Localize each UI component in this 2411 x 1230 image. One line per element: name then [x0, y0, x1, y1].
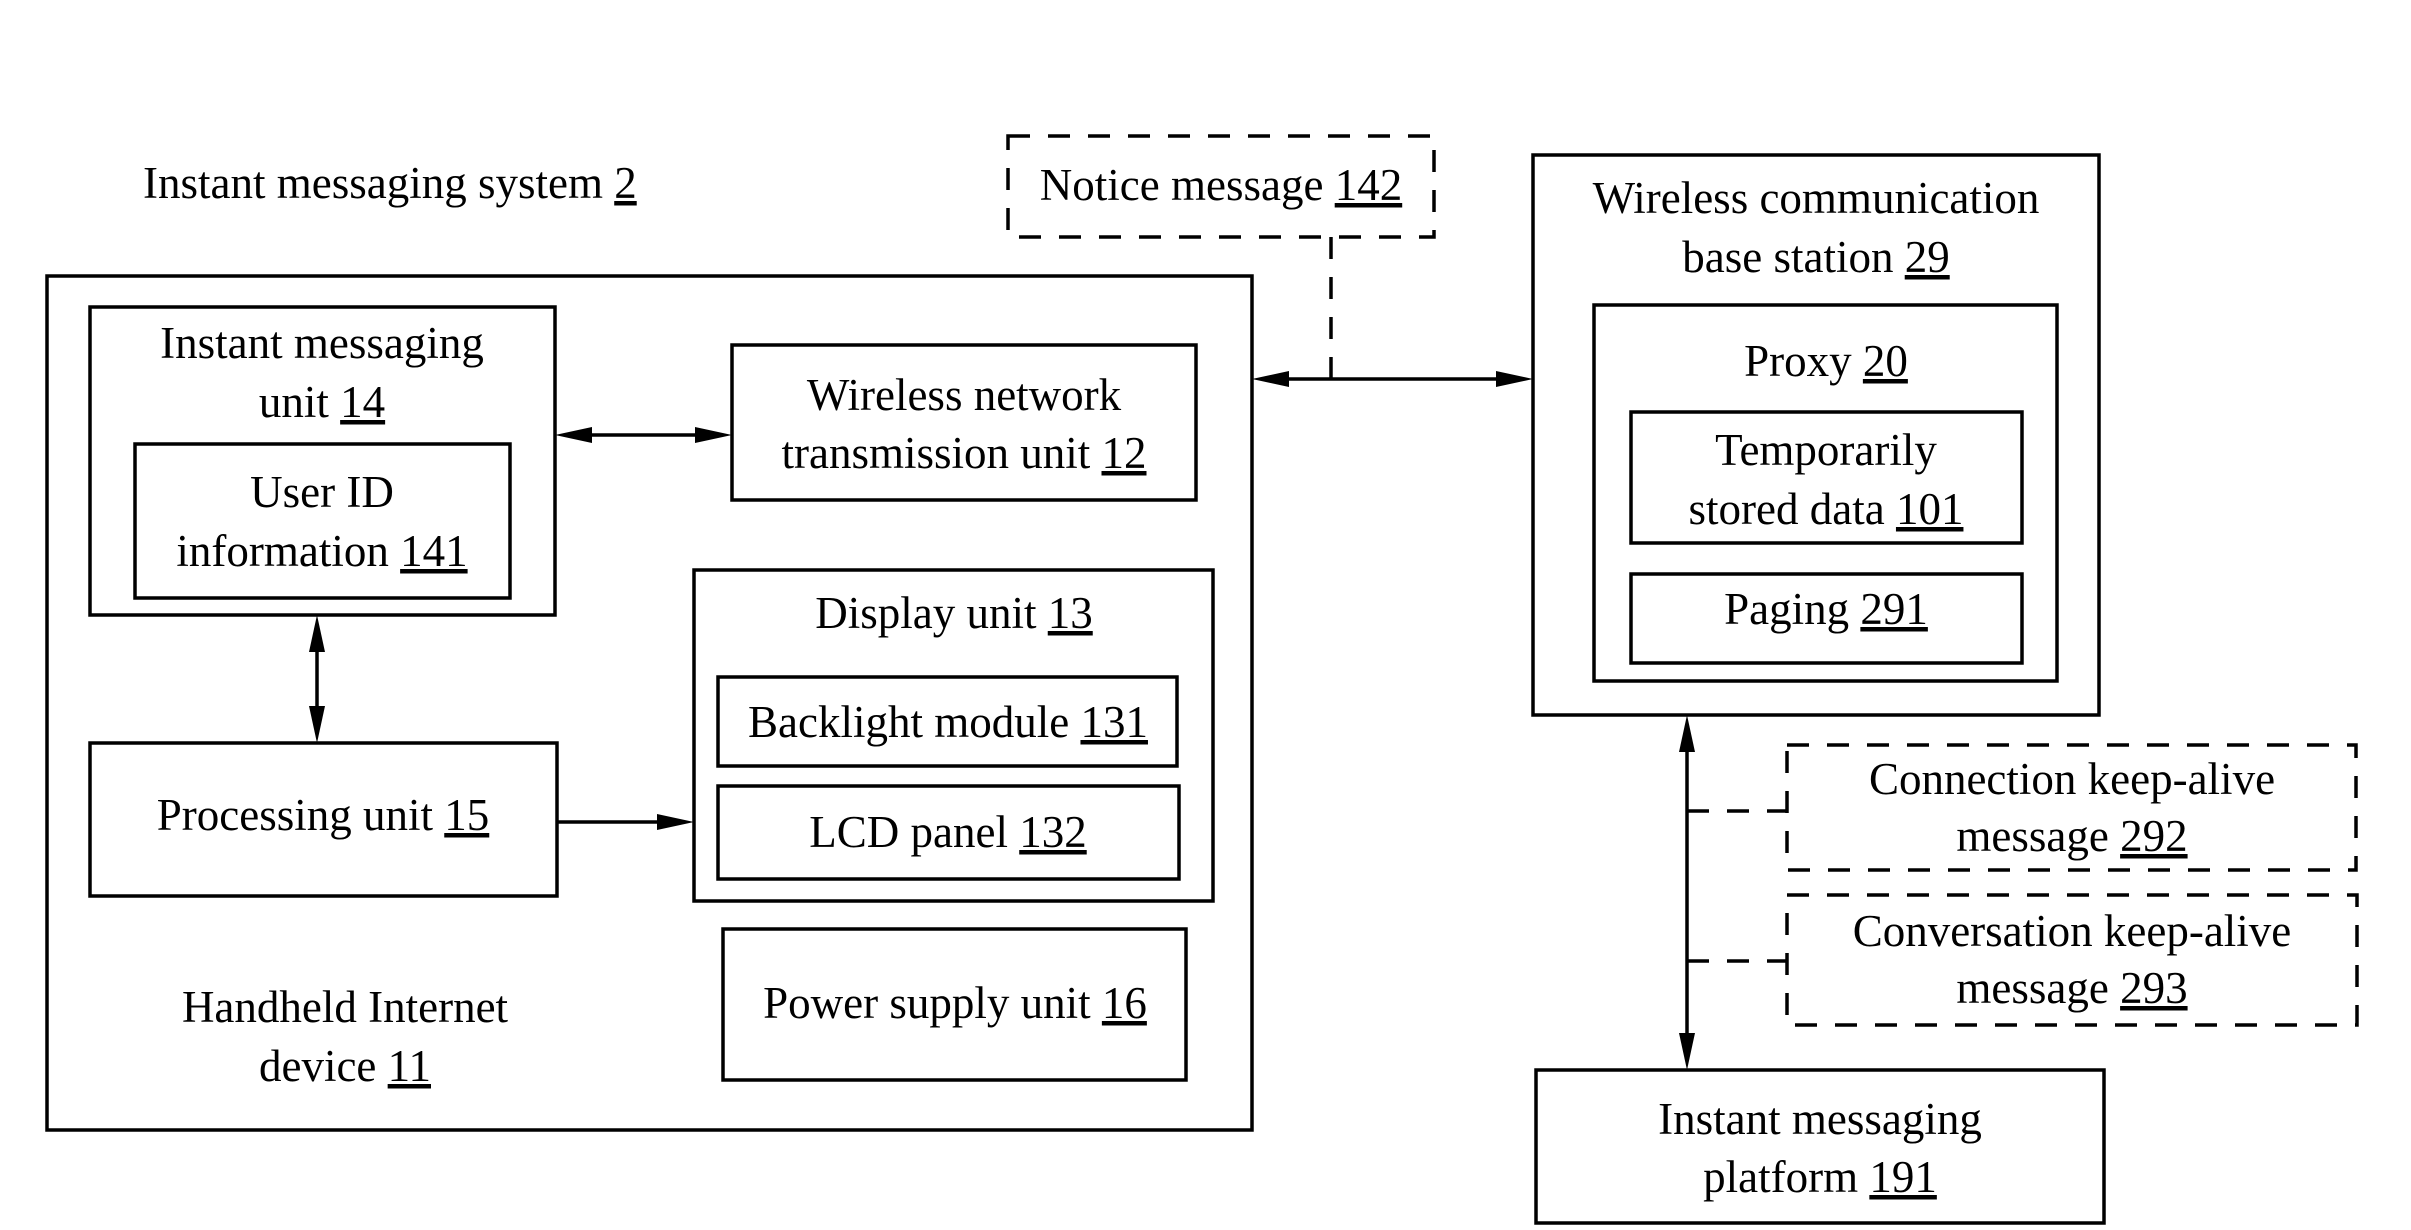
- temp-stored-data-label-line1: Temporarily: [1715, 425, 1937, 475]
- paging-label: Paging 291: [1724, 584, 1928, 634]
- processing-unit-box: Processing unit 15: [88, 741, 559, 898]
- connection-keepalive-box: Connection keep-alive message 292: [1785, 743, 2358, 872]
- connection-keepalive-label-line1: Connection keep-alive: [1869, 754, 2275, 804]
- arrowhead-down-icon: [1679, 1033, 1695, 1070]
- conversation-keepalive-label-line1: Conversation keep-alive: [1853, 906, 2292, 956]
- wireless-network-label-line1: Wireless network: [807, 370, 1122, 420]
- arrowhead-right-icon: [1496, 371, 1533, 387]
- user-id-label-line2: information 141: [176, 526, 467, 576]
- im-platform-label-line2: platform 191: [1703, 1152, 1937, 1202]
- handheld-device-label-line2: device 11: [259, 1041, 431, 1091]
- paging-box: Paging 291: [1629, 572, 2024, 665]
- user-id-label-line1: User ID: [250, 467, 394, 517]
- connection-keepalive-label-line2: message 292: [1956, 811, 2187, 861]
- power-supply-unit-box: Power supply unit 16: [721, 927, 1188, 1082]
- power-supply-unit-label: Power supply unit 16: [763, 978, 1147, 1028]
- proxy-label: Proxy 20: [1744, 336, 1908, 386]
- im-platform-label-line1: Instant messaging: [1658, 1094, 1982, 1144]
- arrowhead-up-icon: [1679, 715, 1695, 752]
- lcd-panel-label: LCD panel 132: [809, 807, 1086, 857]
- system-title: Instant messaging system 2: [143, 158, 637, 208]
- base-station-label-line1: Wireless communication: [1593, 173, 2040, 223]
- wireless-network-unit-box: Wireless network transmission unit 12: [730, 343, 1198, 502]
- lcd-panel-box: LCD panel 132: [716, 784, 1181, 881]
- backlight-module-box: Backlight module 131: [716, 675, 1179, 768]
- arrow-device-base-station: [1252, 371, 1533, 387]
- base-station-label-line2: base station 29: [1682, 232, 1949, 282]
- conversation-keepalive-label-line2: message 293: [1956, 963, 2187, 1013]
- backlight-module-label: Backlight module 131: [748, 697, 1148, 747]
- display-unit-label: Display unit 13: [815, 588, 1093, 638]
- im-platform-box: Instant messaging platform 191: [1534, 1068, 2106, 1225]
- im-unit-label-line2: unit 14: [259, 377, 385, 427]
- arrow-base-station-im-platform: [1679, 715, 1695, 1070]
- notice-message-label: Notice message 142: [1040, 160, 1402, 210]
- wireless-network-label-line2: transmission unit 12: [781, 428, 1146, 478]
- processing-unit-label: Processing unit 15: [157, 790, 490, 840]
- im-unit-label-line1: Instant messaging: [160, 318, 484, 368]
- arrowhead-left-icon: [1252, 371, 1289, 387]
- notice-message-box: Notice message 142: [1006, 134, 1436, 239]
- user-id-info-box: User ID information 141: [133, 442, 512, 600]
- block-diagram: Instant messaging system 2 Notice messag…: [45, 134, 2359, 1225]
- temp-stored-data-box: Temporarily stored data 101: [1629, 410, 2024, 545]
- conversation-keepalive-box: Conversation keep-alive message 293: [1785, 893, 2359, 1027]
- temp-stored-data-label-line2: stored data 101: [1689, 484, 1964, 534]
- handheld-device-label-line1: Handheld Internet: [182, 982, 509, 1032]
